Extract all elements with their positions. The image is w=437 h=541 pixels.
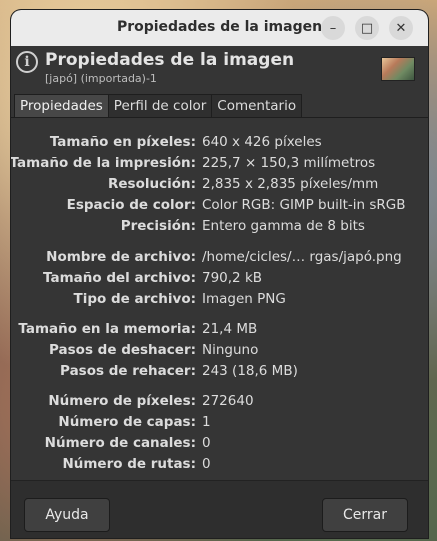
property-label: Número de capas: <box>58 414 196 430</box>
minimize-icon: – <box>329 20 337 36</box>
header-title: Propiedades de la imagen <box>45 50 295 70</box>
property-row: Tamaño de la impresión: 225,7 × 150,3 mi… <box>11 155 428 175</box>
property-row: Número de capas: 1 <box>11 414 428 434</box>
property-value: 21,4 MB <box>202 321 258 337</box>
property-value: Imagen PNG <box>202 291 286 307</box>
property-value: 0 <box>202 435 211 451</box>
property-label: Número de canales: <box>44 435 196 451</box>
property-label: Pasos de rehacer: <box>60 363 196 379</box>
property-row: Espacio de color: Color RGB: GIMP built-… <box>11 197 428 217</box>
property-row: Tamaño del archivo: 790,2 kB <box>11 270 428 290</box>
property-row: Tamaño en píxeles: 640 x 426 píxeles <box>11 134 428 154</box>
property-label: Tipo de archivo: <box>73 291 196 307</box>
titlebar: Propiedades de la imagen – □ ✕ <box>11 10 428 46</box>
property-value: 2,835 x 2,835 píxeles/mm <box>202 176 379 192</box>
property-row: Número de canales: 0 <box>11 435 428 455</box>
properties-panel: Tamaño en píxeles: 640 x 426 píxeles Tam… <box>11 117 428 478</box>
property-label: Número de rutas: <box>62 456 196 472</box>
dialog-footer: Ayuda Cerrar <box>11 480 428 538</box>
property-value: 1 <box>202 414 211 430</box>
close-icon: ✕ <box>395 20 407 36</box>
property-label: Precisión: <box>120 218 196 234</box>
property-value: 225,7 × 150,3 milímetros <box>202 155 376 171</box>
dialog-header: i Propiedades de la imagen [japó] (impor… <box>11 46 428 90</box>
property-value: 243 (18,6 MB) <box>202 363 298 379</box>
image-properties-dialog: Propiedades de la imagen – □ ✕ i Propied… <box>11 10 428 538</box>
property-row: Tamaño en la memoria: 21,4 MB <box>11 321 428 341</box>
property-label: Número de píxeles: <box>48 393 196 409</box>
close-window-button[interactable]: ✕ <box>389 16 413 40</box>
close-button[interactable]: Cerrar <box>322 498 408 532</box>
property-value: 640 x 426 píxeles <box>202 134 322 150</box>
tab-color-profile[interactable]: Perfil de color <box>107 94 213 117</box>
property-label: Tamaño en píxeles: <box>49 134 196 150</box>
property-row: Tipo de archivo: Imagen PNG <box>11 291 428 311</box>
minimize-button[interactable]: – <box>321 16 345 40</box>
maximize-button[interactable]: □ <box>355 16 379 40</box>
header-subtitle: [japó] (importada)-1 <box>45 72 157 85</box>
property-row: Número de rutas: 0 <box>11 456 428 476</box>
property-row: Número de píxeles: 272640 <box>11 393 428 413</box>
tab-properties[interactable]: Propiedades <box>14 94 109 117</box>
property-row: Pasos de rehacer: 243 (18,6 MB) <box>11 363 428 383</box>
property-row: Precisión: Entero gamma de 8 bits <box>11 218 428 238</box>
property-value: Ninguno <box>202 342 259 358</box>
property-value: Entero gamma de 8 bits <box>202 218 365 234</box>
property-label: Nombre de archivo: <box>46 249 196 265</box>
info-icon: i <box>16 51 38 73</box>
property-row: Resolución: 2,835 x 2,835 píxeles/mm <box>11 176 428 196</box>
property-label: Resolución: <box>107 176 196 192</box>
property-value: Color RGB: GIMP built-in sRGB <box>202 197 406 213</box>
property-label: Tamaño del archivo: <box>43 270 196 286</box>
property-value: 790,2 kB <box>202 270 263 286</box>
help-button[interactable]: Ayuda <box>24 498 110 532</box>
maximize-icon: □ <box>360 20 374 36</box>
property-row: Nombre de archivo: /home/cicles/… rgas/j… <box>11 249 428 269</box>
property-value: 0 <box>202 456 211 472</box>
image-thumbnail <box>381 57 415 81</box>
tab-comment[interactable]: Comentario <box>211 94 303 117</box>
property-row: Pasos de deshacer: Ninguno <box>11 342 428 362</box>
property-label: Tamaño en la memoria: <box>18 321 196 337</box>
tab-bar: Propiedades Perfil de color Comentario <box>14 94 303 117</box>
property-label: Espacio de color: <box>66 197 196 213</box>
property-label: Pasos de deshacer: <box>49 342 196 358</box>
property-value: /home/cicles/… rgas/japó.png <box>202 249 402 265</box>
property-value: 272640 <box>202 393 254 409</box>
property-label: Tamaño de la impresión: <box>11 155 196 171</box>
